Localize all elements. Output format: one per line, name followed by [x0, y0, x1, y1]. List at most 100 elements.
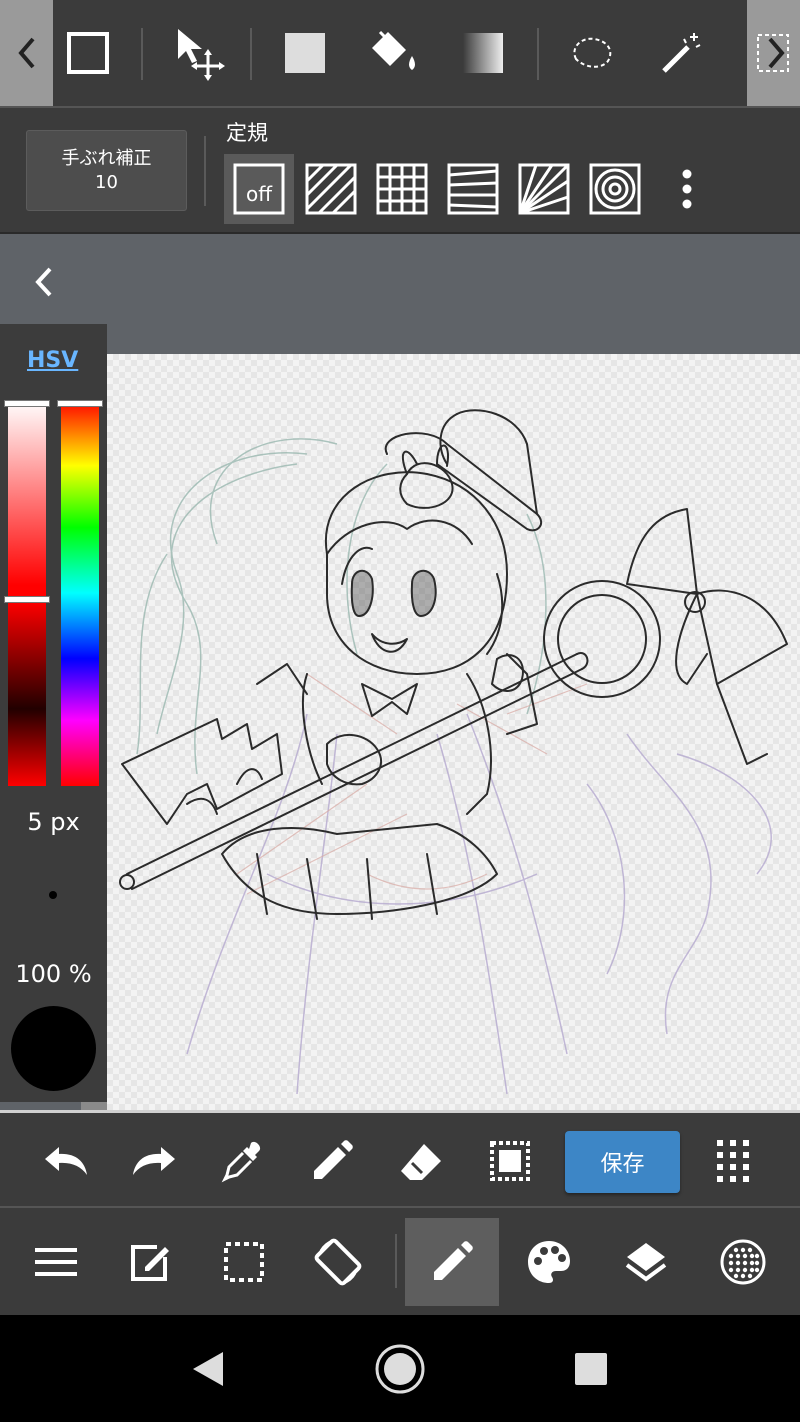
rectangle-outline-icon [67, 32, 109, 74]
current-color-swatch[interactable] [11, 1006, 96, 1091]
bottom-menu-bar [0, 1208, 800, 1315]
canvas-area: HSV 5 px 100 % [0, 234, 800, 1110]
chevron-left-icon [35, 267, 52, 297]
brush-size-preview [49, 891, 57, 899]
chevron-right-icon [756, 34, 789, 72]
color-panel: HSV 5 px 100 % [0, 324, 107, 1102]
ruler-more-button[interactable] [652, 154, 722, 224]
eyedropper-icon [221, 1141, 261, 1183]
dot-grid-icon [717, 1140, 749, 1182]
drawing-canvas[interactable] [107, 354, 800, 1110]
ruler-grid-button[interactable] [367, 154, 437, 224]
back-triangle-icon [193, 1352, 223, 1386]
recents-square-icon [575, 1353, 607, 1385]
more-vertical-icon [682, 169, 692, 209]
ruler-off-icon: off [233, 163, 285, 215]
hue-slider[interactable] [57, 400, 103, 786]
toolbar-separator [141, 28, 143, 80]
ruler-off-text: off [246, 182, 273, 206]
eraser-button[interactable] [389, 1127, 453, 1195]
hamburger-menu-icon [35, 1248, 77, 1276]
saturation-handle[interactable] [4, 400, 50, 407]
grid-ruler-icon [376, 163, 428, 215]
move-tool-button[interactable] [166, 20, 230, 86]
fill-rect-tool-button[interactable] [273, 20, 337, 86]
home-button[interactable] [368, 1339, 432, 1399]
ruler-off-button[interactable]: off [224, 154, 294, 224]
lasso-icon [573, 37, 612, 68]
ruler-title: 定規 [226, 121, 268, 145]
back-button[interactable] [176, 1339, 240, 1399]
ruler-concentric-button[interactable] [580, 154, 650, 224]
color-mode-link[interactable]: HSV [27, 348, 78, 373]
layer-menu-button[interactable] [599, 1218, 693, 1306]
stabilizer-label: 手ぶれ補正 [61, 147, 152, 169]
gradient-square-icon [463, 33, 503, 73]
pencil-icon [434, 1241, 473, 1280]
concentric-ruler-icon [589, 163, 641, 215]
color-menu-button[interactable] [502, 1218, 596, 1306]
action-bar: 保存 [0, 1110, 800, 1208]
dashed-selection-icon [224, 1242, 264, 1282]
redo-button[interactable] [122, 1127, 186, 1195]
brush-size-label[interactable]: 5 px [0, 808, 107, 836]
drawing-app: 手ぶれ補正 10 定規 off HSV 5 px 100 % 保存 [0, 0, 800, 1422]
material-menu-button[interactable] [696, 1218, 790, 1306]
main-menu-button[interactable] [9, 1218, 103, 1306]
layers-icon [625, 1243, 667, 1282]
eraser-icon [401, 1144, 441, 1180]
paint-bucket-icon [372, 30, 415, 70]
filled-square-icon [285, 33, 325, 73]
color-panel-toggle-button[interactable] [28, 262, 60, 302]
toolbar-separator [537, 28, 539, 80]
toolbar-scroll-left-button[interactable] [0, 0, 53, 106]
dotted-circle-icon [720, 1239, 766, 1285]
selection-button[interactable] [478, 1127, 542, 1195]
artwork-illustration [119, 409, 788, 1095]
move-arrow-icon [178, 29, 225, 81]
lasso-tool-button[interactable] [560, 20, 624, 86]
perspective-ruler-icon [447, 163, 499, 215]
hue-handle[interactable] [57, 400, 103, 407]
save-button[interactable]: 保存 [565, 1131, 680, 1193]
radial-ruler-icon [518, 163, 570, 215]
saturation-brightness-slider[interactable] [4, 400, 50, 786]
top-toolbar [0, 0, 800, 108]
options-separator [204, 136, 206, 206]
brush-menu-button[interactable] [405, 1218, 499, 1306]
brightness-handle[interactable] [4, 596, 50, 603]
rectangle-tool-button[interactable] [56, 20, 120, 86]
toolbar-scroll-right-button[interactable] [747, 0, 800, 106]
redo-icon [133, 1147, 175, 1175]
toolbar-separator [250, 28, 252, 80]
pen-button[interactable] [300, 1127, 364, 1195]
parallel-ruler-icon [305, 163, 357, 215]
magic-wand-icon [662, 33, 701, 73]
system-navigation-bar [0, 1315, 800, 1422]
select-menu-button[interactable] [197, 1218, 291, 1306]
edit-menu-button[interactable] [103, 1218, 197, 1306]
screen-rotation-icon [314, 1238, 362, 1286]
gradient-tool-button[interactable] [451, 20, 515, 86]
palette-icon [528, 1241, 570, 1283]
eyedropper-button[interactable] [211, 1127, 275, 1195]
opacity-label[interactable]: 100 % [0, 960, 107, 988]
undo-icon [45, 1147, 87, 1175]
edit-square-icon [131, 1245, 169, 1281]
menu-separator [395, 1234, 397, 1288]
rotate-canvas-button[interactable] [291, 1218, 385, 1306]
stabilizer-button[interactable]: 手ぶれ補正 10 [26, 130, 187, 211]
ruler-parallel-button[interactable] [296, 154, 366, 224]
ruler-radial-button[interactable] [509, 154, 579, 224]
magic-wand-tool-button[interactable] [648, 20, 712, 86]
bucket-tool-button[interactable] [362, 20, 426, 86]
options-bar: 手ぶれ補正 10 定規 off [0, 108, 800, 234]
chevron-left-icon [17, 37, 35, 69]
undo-button[interactable] [34, 1127, 98, 1195]
pencil-icon [314, 1140, 353, 1179]
recents-button[interactable] [559, 1339, 623, 1399]
grid-menu-button[interactable] [701, 1127, 765, 1195]
stabilizer-value: 10 [95, 171, 118, 193]
ruler-perspective-button[interactable] [438, 154, 508, 224]
home-circle-icon [375, 1344, 425, 1394]
